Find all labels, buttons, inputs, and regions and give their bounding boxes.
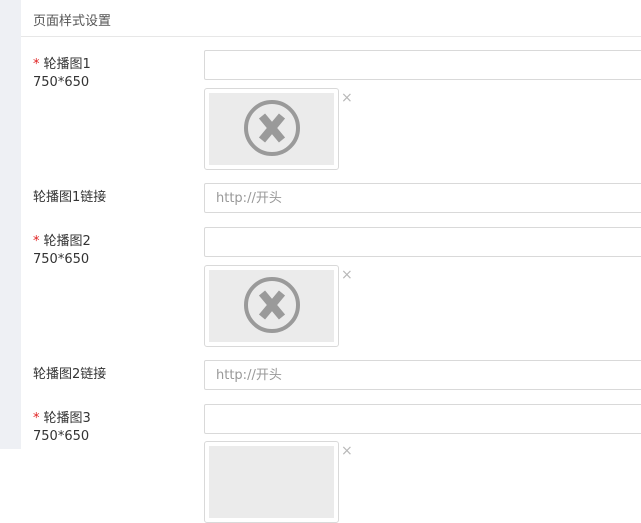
banner3-size-hint: 750*650: [33, 429, 90, 444]
banner1-thumbnail[interactable]: [204, 88, 339, 170]
banner1-label-text: 轮播图1: [43, 57, 91, 72]
panel-title: 页面样式设置: [33, 14, 112, 29]
panel-header: 页面样式设置: [21, 0, 641, 37]
banner3-label: * 轮播图3 750*650: [33, 410, 91, 446]
required-mark: *: [33, 234, 40, 249]
banner2-label-text: 轮播图2: [43, 234, 91, 249]
left-sidebar-strip: [0, 0, 21, 449]
banner1-size-hint: 750*650: [33, 75, 90, 90]
banner2-size-hint: 750*650: [33, 252, 90, 267]
banner2-link-label: 轮播图2链接: [33, 367, 107, 382]
thumbnail-placeholder: [209, 270, 334, 342]
required-mark: *: [33, 411, 40, 426]
banner3-label-text: 轮播图3: [43, 411, 91, 426]
banner1-input[interactable]: [204, 50, 641, 80]
broken-image-icon: [244, 100, 300, 156]
banner3-input[interactable]: [204, 404, 641, 434]
banner2-input[interactable]: [204, 227, 641, 257]
banner3-thumbnail[interactable]: [204, 441, 339, 523]
banner2-remove-icon[interactable]: ×: [341, 268, 353, 282]
banner1-link-label: 轮播图1链接: [33, 190, 107, 205]
banner2-thumbnail[interactable]: [204, 265, 339, 347]
thumbnail-placeholder: [209, 446, 334, 518]
banner2-label: * 轮播图2 750*650: [33, 233, 91, 269]
banner3-remove-icon[interactable]: ×: [341, 444, 353, 458]
thumbnail-placeholder: [209, 93, 334, 165]
banner1-link-input[interactable]: [204, 183, 641, 213]
settings-panel: 页面样式设置 *轮播图1 750*650 × 轮播图1链接 *轮播图2 750*…: [21, 0, 641, 523]
banner2-link-input[interactable]: [204, 360, 641, 390]
banner1-remove-icon[interactable]: ×: [341, 91, 353, 105]
banner1-label: * 轮播图1 750*650: [33, 56, 91, 92]
broken-image-icon: [244, 277, 300, 333]
required-mark: *: [33, 57, 40, 72]
